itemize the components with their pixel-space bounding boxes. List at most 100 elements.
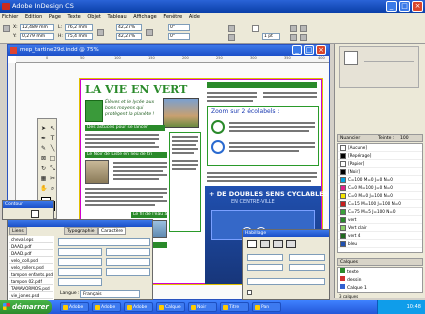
taskbar-item[interactable]: Noir [188, 302, 217, 312]
scale-y-field[interactable]: 42,27% [116, 33, 142, 40]
y-field[interactable]: 0,279 mm [20, 33, 54, 40]
taskbar-item[interactable]: Pan [252, 302, 281, 312]
menu-tableau[interactable]: Tableau [107, 14, 126, 20]
tab-typographie[interactable]: Typographie [64, 227, 98, 235]
frame-tool-icon[interactable]: ⊠ [40, 155, 47, 162]
kerning-field[interactable] [58, 258, 102, 266]
align-2-icon[interactable] [300, 25, 307, 32]
fill-swatch-icon[interactable] [252, 25, 259, 32]
layer-row-texte[interactable]: texte [340, 268, 359, 276]
gradient-tool-icon[interactable]: ▦ [40, 175, 47, 182]
direct-selection-icon[interactable]: ↖ [49, 125, 56, 132]
stroke-weight-field[interactable]: 1 pt [262, 33, 280, 40]
doc-maximize-button[interactable]: □ [304, 45, 314, 55]
taskbar-item[interactable]: Titre [220, 302, 249, 312]
doc-close-button[interactable]: × [316, 45, 326, 55]
vertical-scale-field[interactable] [58, 268, 102, 276]
rotate-tool-icon[interactable]: ↻ [40, 165, 47, 172]
menu-page[interactable]: Page [49, 14, 61, 20]
taskbar-item[interactable]: Adobe [124, 302, 153, 312]
link-row[interactable]: tampon enfants.psd [9, 271, 53, 278]
maximize-button[interactable]: □ [399, 1, 410, 12]
swatch-row[interactable]: vert [338, 216, 422, 224]
menu-texte[interactable]: Texte [68, 14, 81, 20]
layer-row-dessin[interactable]: dessin [340, 276, 361, 284]
swatch-row[interactable]: C=0 M=100 J=0 N=0 [338, 184, 422, 192]
align-icon[interactable] [290, 25, 297, 32]
swatch-row[interactable]: [Noir] [338, 168, 422, 176]
swatch-row[interactable]: [Papier] [338, 160, 422, 168]
tab-caractere[interactable]: Caractère [98, 227, 127, 235]
taskbar-item[interactable]: Calque [156, 302, 185, 312]
swatch-row[interactable]: [Aucune] [338, 144, 422, 152]
menu-edition[interactable]: Edition [25, 14, 42, 20]
wrap-contour-icon[interactable] [273, 240, 283, 248]
align-3-icon[interactable] [290, 34, 297, 41]
selection-tool-icon[interactable]: ➤ [40, 125, 47, 132]
tint-value[interactable]: 100 [400, 135, 409, 143]
tab-nuancier[interactable]: Nuancier [340, 135, 360, 143]
tab-calques[interactable]: Calques [340, 259, 358, 267]
rectangle-tool-icon[interactable]: □ [49, 155, 56, 162]
scale-x-field[interactable]: 42,27% [116, 24, 142, 31]
pen-tool-icon[interactable]: ✒ [40, 135, 47, 142]
rotation-field[interactable]: 0° [168, 24, 190, 31]
wrap-jump-icon[interactable] [286, 240, 296, 248]
font-size-field[interactable] [58, 248, 102, 256]
shear-field[interactable]: 0° [168, 33, 190, 40]
link-row[interactable]: velo_rollers.psd [9, 264, 53, 271]
menu-objet[interactable]: Objet [87, 14, 101, 20]
hand-tool-icon[interactable]: ✋ [40, 185, 47, 192]
pencil-tool-icon[interactable]: ✎ [40, 145, 47, 152]
constrain-scale-icon[interactable] [146, 29, 153, 36]
horizontal-scale-field[interactable] [106, 268, 150, 276]
swatch-row[interactable]: vert 4 [338, 232, 422, 240]
wrap-none-icon[interactable] [247, 240, 257, 248]
leading-field[interactable] [106, 248, 150, 256]
zoom-tool-icon[interactable]: ⌕ [49, 185, 56, 192]
line-tool-icon[interactable]: ╲ [49, 145, 56, 152]
language-select[interactable]: Français [80, 290, 140, 298]
offset-bottom-field[interactable] [247, 264, 283, 271]
reference-point-icon[interactable] [3, 25, 10, 32]
minimize-button[interactable]: _ [386, 1, 397, 12]
link-row[interactable]: cheval.eps [9, 236, 53, 243]
link-row[interactable]: vie_jones.psd [9, 292, 53, 299]
contour-type-select[interactable] [247, 278, 325, 285]
menu-aide[interactable]: Aide [189, 14, 200, 20]
type-tool-icon[interactable]: T [49, 135, 56, 142]
menu-fichier[interactable]: Fichier [2, 14, 18, 20]
menu-fenetre[interactable]: Fenêtre [163, 14, 182, 20]
wrap-icon[interactable] [31, 210, 39, 218]
taskbar-item[interactable]: Adobe [92, 302, 121, 312]
chain-constrain-icon[interactable] [97, 29, 104, 36]
font-family-select[interactable] [58, 238, 150, 246]
inside-edges-checkbox[interactable] [247, 290, 252, 295]
swatch-row[interactable]: C=75 M=5 J=100 N=0 [338, 208, 422, 216]
align-4-icon[interactable] [300, 34, 307, 41]
scale-tool-icon[interactable]: ⤡ [49, 165, 56, 172]
link-row[interactable]: tampon 02.pdf [9, 278, 53, 285]
offset-left-field[interactable] [289, 254, 325, 261]
tracking-field[interactable] [106, 258, 150, 266]
swatch-row[interactable]: bleu [338, 240, 422, 248]
close-button[interactable]: × [412, 1, 423, 12]
taskbar-item[interactable]: Adobe [60, 302, 89, 312]
x-field[interactable]: 12,489 mm [20, 24, 54, 31]
w-field[interactable]: 76,2 mm [65, 24, 93, 31]
fill-stroke-icon[interactable] [344, 51, 358, 65]
menu-affichage[interactable]: Affichage [133, 14, 157, 20]
swatch-row[interactable]: C=100 M=0 J=0 N=0 [338, 176, 422, 184]
link-row[interactable]: velo_coll.psd [9, 257, 53, 264]
h-field[interactable]: 75,4 mm [65, 33, 93, 40]
start-button[interactable]: démarrer [0, 300, 52, 314]
doc-minimize-button[interactable]: _ [292, 45, 302, 55]
offset-top-field[interactable] [247, 254, 283, 261]
link-row[interactable]: TAMAVORMOS.psd [9, 285, 53, 292]
rotate-icon[interactable] [228, 34, 235, 41]
wrap-bounding-icon[interactable] [260, 240, 270, 248]
flip-icon[interactable] [228, 25, 235, 32]
swatch-row[interactable]: Vert clair [338, 224, 422, 232]
scissors-tool-icon[interactable]: ✂ [49, 175, 56, 182]
link-row[interactable]: DAAD.pdf [9, 243, 53, 250]
